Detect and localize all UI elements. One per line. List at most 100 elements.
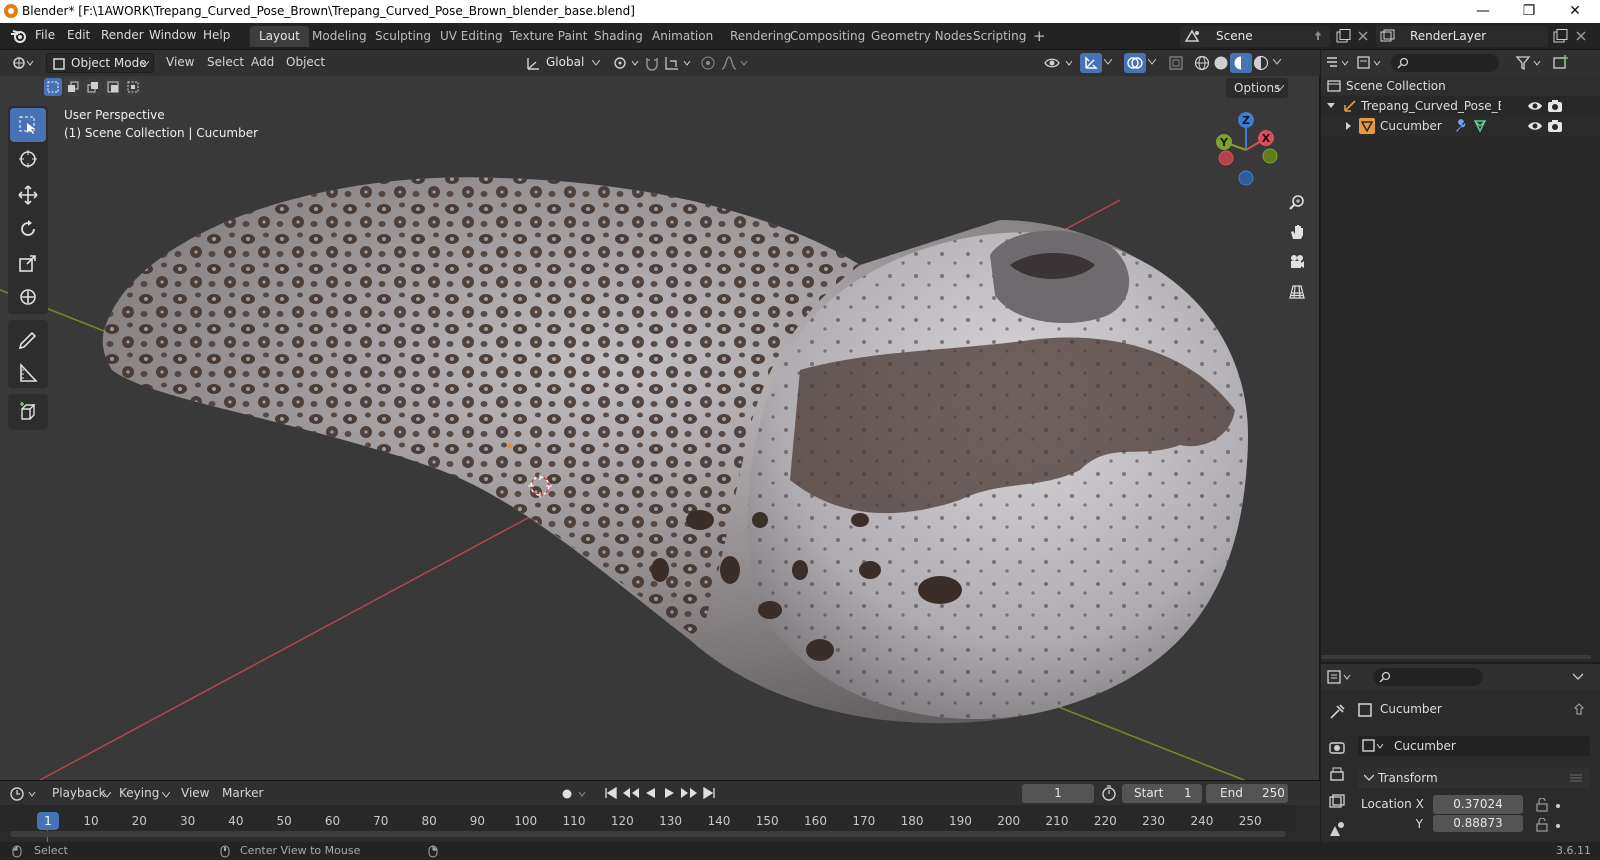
add-workspace-button[interactable]: + xyxy=(1024,24,1055,45)
annotate-tool[interactable] xyxy=(10,322,46,356)
timeline-menu-view[interactable]: View xyxy=(181,786,209,800)
move-tool[interactable] xyxy=(10,178,46,212)
tab-layout[interactable]: Layout xyxy=(250,26,309,47)
modifier-wrench-icon[interactable] xyxy=(1453,119,1467,133)
select-mode-invert-button[interactable] xyxy=(104,78,122,96)
new-scene-icon[interactable] xyxy=(1336,29,1352,43)
chevron-down-icon[interactable] xyxy=(1273,59,1281,65)
menu-view[interactable]: View xyxy=(166,55,194,69)
wireframe-shading-icon[interactable] xyxy=(1194,55,1210,71)
tab-texture-paint[interactable]: Texture Paint xyxy=(501,26,596,47)
transform-panel-header[interactable]: Transform xyxy=(1358,768,1590,788)
outliner-panel[interactable] xyxy=(1321,50,1600,662)
select-mode-subtract-button[interactable] xyxy=(84,78,102,96)
lock-icon[interactable] xyxy=(1535,818,1549,832)
transform-orientation-selector[interactable]: Global xyxy=(522,53,606,73)
tab-modeling[interactable]: Modeling xyxy=(303,26,376,47)
tab-compositing[interactable]: Compositing xyxy=(781,26,874,47)
zoom-button[interactable] xyxy=(1283,188,1311,216)
timeline-menu-keying[interactable]: Keying xyxy=(119,786,159,800)
falloff-icon[interactable] xyxy=(720,55,750,71)
editor-type-button[interactable] xyxy=(8,53,40,73)
gizmo-toggle-button[interactable] xyxy=(1080,53,1102,73)
view-layer-tab-icon[interactable] xyxy=(1328,793,1346,811)
keyframe-dot-icon[interactable] xyxy=(1555,823,1561,829)
outliner-search-input[interactable] xyxy=(1391,54,1499,72)
measure-tool[interactable] xyxy=(10,356,46,390)
pin-icon[interactable] xyxy=(1312,30,1324,42)
current-frame-indicator[interactable]: 1 xyxy=(37,812,59,830)
3d-viewport[interactable]: User Perspective (1) Scene Collection | … xyxy=(0,50,1320,780)
eye-icon[interactable] xyxy=(1527,119,1543,133)
scene-tab-icon[interactable] xyxy=(1328,820,1346,838)
pivot-point-icon[interactable] xyxy=(612,55,640,71)
timeline-editor-icon[interactable] xyxy=(10,786,40,802)
end-frame-field[interactable]: End 250 xyxy=(1206,784,1288,803)
scale-tool[interactable] xyxy=(10,246,46,280)
timeline-menu-playback[interactable]: Playback xyxy=(52,786,106,800)
tab-uv-editing[interactable]: UV Editing xyxy=(431,26,512,47)
close-window-button[interactable]: ✕ xyxy=(1552,0,1598,23)
properties-search-input[interactable] xyxy=(1373,668,1483,686)
location-x-field[interactable]: 0.37024 xyxy=(1433,795,1523,814)
blender-menu-icon[interactable] xyxy=(10,28,28,44)
select-mode-new-button[interactable] xyxy=(44,78,62,96)
gizmo-neg-x-axis[interactable] xyxy=(1218,150,1234,166)
camera-render-icon[interactable] xyxy=(1547,119,1563,133)
jump-to-end-icon[interactable] xyxy=(702,786,716,800)
tab-shading[interactable]: Shading xyxy=(585,26,652,47)
chevron-down-icon[interactable] xyxy=(1104,59,1112,65)
delete-scene-icon[interactable] xyxy=(1358,31,1368,41)
jump-to-start-icon[interactable] xyxy=(604,786,618,800)
snap-icon[interactable] xyxy=(644,55,660,71)
minimize-button[interactable]: — xyxy=(1460,0,1506,23)
outliner-row-cucumber[interactable]: Cucumber xyxy=(1321,116,1600,136)
play-icon[interactable] xyxy=(662,786,676,800)
tool-settings-tab-icon[interactable] xyxy=(1328,703,1346,721)
scene-selector[interactable]: Scene xyxy=(1180,26,1330,47)
select-mode-intersect-button[interactable] xyxy=(124,78,142,96)
ortho-toggle-button[interactable] xyxy=(1283,278,1311,306)
delete-view-layer-icon[interactable] xyxy=(1576,31,1586,41)
material-preview-shading-button[interactable] xyxy=(1230,53,1252,73)
cursor-tool[interactable] xyxy=(10,142,46,176)
expand-arrow-right-icon[interactable] xyxy=(1345,122,1353,130)
menu-add[interactable]: Add xyxy=(251,55,274,69)
snap-target-icon[interactable] xyxy=(664,55,694,71)
properties-editor-icon[interactable] xyxy=(1327,670,1355,684)
stopwatch-icon[interactable] xyxy=(1101,785,1117,801)
outliner-row-scene-collection[interactable]: Scene Collection xyxy=(1321,76,1600,96)
solid-shading-icon[interactable] xyxy=(1213,55,1229,71)
menu-render[interactable]: Render xyxy=(101,28,144,42)
mesh-data-icon[interactable] xyxy=(1473,119,1487,133)
overlays-toggle-button[interactable] xyxy=(1124,53,1146,73)
display-mode-icon[interactable] xyxy=(1357,56,1385,70)
outliner-row-trepang[interactable]: Trepang_Curved_Pose_Browi xyxy=(1321,96,1600,116)
view-layer-selector[interactable]: RenderLayer xyxy=(1376,26,1548,47)
filter-icon[interactable] xyxy=(1515,55,1545,71)
keyframe-dot-icon[interactable] xyxy=(1555,803,1561,809)
chevron-down-icon[interactable] xyxy=(1573,673,1583,681)
gizmo-neg-z-axis[interactable] xyxy=(1238,170,1254,186)
visibility-selectability-icon[interactable] xyxy=(1044,55,1076,71)
expand-arrow-down-icon[interactable] xyxy=(1327,102,1335,110)
pan-button[interactable] xyxy=(1283,218,1311,246)
menu-select[interactable]: Select xyxy=(207,55,244,69)
proportional-editing-icon[interactable] xyxy=(700,55,716,71)
jump-to-keyframe-next-icon[interactable] xyxy=(680,786,698,800)
rendered-shading-icon[interactable] xyxy=(1253,55,1269,71)
transform-tool[interactable] xyxy=(10,280,46,314)
options-dropdown[interactable]: Options xyxy=(1226,78,1288,98)
outliner-editor-icon[interactable] xyxy=(1325,56,1353,70)
chevron-down-icon[interactable] xyxy=(1148,59,1156,65)
menu-edit[interactable]: Edit xyxy=(67,28,90,42)
lock-icon[interactable] xyxy=(1535,798,1549,812)
mode-selector[interactable]: Object Mode xyxy=(46,53,154,73)
tab-sculpting[interactable]: Sculpting xyxy=(366,26,440,47)
maximize-button[interactable]: ❐ xyxy=(1506,0,1552,23)
camera-render-icon[interactable] xyxy=(1547,99,1563,113)
gizmo-neg-y-axis[interactable] xyxy=(1262,148,1278,164)
output-tab-icon[interactable] xyxy=(1328,766,1346,784)
menu-file[interactable]: File xyxy=(35,28,55,42)
select-mode-extend-button[interactable] xyxy=(64,78,82,96)
